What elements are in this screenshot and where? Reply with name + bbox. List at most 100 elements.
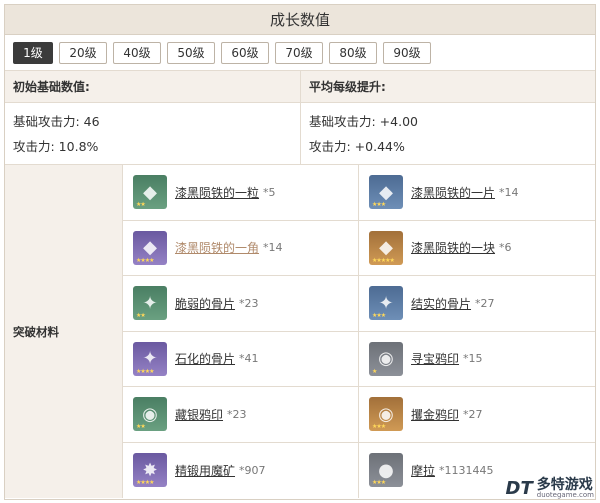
level-tab-80[interactable]: 80级 [329,41,377,64]
mystic-ore-icon[interactable]: ✸ ★★★★ [133,453,167,488]
rarity-stars: ★★★ [372,479,386,487]
material-name-link[interactable]: 寻宝鸦印 [411,350,459,367]
level-tab-70[interactable]: 70级 [275,41,323,64]
rarity-stars: ★★★ [372,201,386,209]
material-count: *41 [239,352,259,366]
level-tab-50[interactable]: 50级 [167,41,215,64]
rarity-stars: ★★★★ [136,479,154,487]
material-name-link[interactable]: 漆黑陨铁的一片 [411,184,495,201]
material-count: *1131445 [439,463,494,477]
materials-grid: ◆ ★★ 漆黑陨铁的一粒 *5 ◆ ★★★ 漆黑陨铁的一片 *14 ◆ ★★★★ 漆黑陨铁的一角 *1… [123,165,595,498]
materials-label: 突破材料 [5,165,123,498]
panel-title: 成长数值 [5,5,595,35]
stats-values-row: 基础攻击力: 46 攻击力: 10.8% 基础攻击力: +4.00 攻击力: +… [5,103,595,165]
icon-glyph: ◉ [378,403,394,425]
watermark-text: 多特游戏 duotegame.com [537,478,594,499]
level-tabs: 1级 20级 40级 50级 60级 70级 80级 90级 [5,35,595,71]
icon-glyph: ◆ [379,237,393,259]
level-tab-40[interactable]: 40级 [113,41,161,64]
icon-glyph: ✦ [142,292,158,314]
material-item: ✦ ★★★ 结实的骨片 *27 [359,276,595,332]
material-count: *23 [227,407,247,421]
base-atk-value: 基础攻击力: 46 [13,114,100,129]
watermark-en: duotegame.com [536,491,594,499]
base-stats-heading: 初始基础数值: [13,80,90,94]
material-count: *15 [463,352,483,366]
golden-raven-icon[interactable]: ◉ ★★★ [369,397,403,432]
material-item: ◆ ★★★ 漆黑陨铁的一片 *14 [359,165,595,221]
material-count: *5 [263,185,276,199]
fossil-bone-icon[interactable]: ✦ ★★★★ [133,341,167,376]
material-count: *6 [499,241,512,255]
icon-glyph: ✸ [142,459,158,481]
material-count: *14 [499,185,519,199]
ore-corner-icon[interactable]: ◆ ★★★★ [133,230,167,265]
base-stats-column: 基础攻击力: 46 攻击力: 10.8% [5,103,300,164]
material-item: ✦ ★★★★ 石化的骨片 *41 [123,331,359,387]
material-item: ◉ ★★★ 攫金鸦印 *27 [359,387,595,443]
material-count: *27 [475,296,495,310]
icon-glyph: ◆ [379,181,393,203]
material-name-link[interactable]: 攫金鸦印 [411,406,459,423]
ore-grain-icon[interactable]: ◆ ★★ [133,175,167,210]
material-name-link[interactable]: 漆黑陨铁的一块 [411,239,495,256]
site-watermark: DT 多特游戏 duotegame.com [506,478,594,499]
rarity-stars: ★★ [136,201,146,209]
fragile-bone-icon[interactable]: ✦ ★★ [133,286,167,321]
material-name-link[interactable]: 脆弱的骨片 [175,295,235,312]
material-item: ◆ ★★ 漆黑陨铁的一粒 *5 [123,165,359,221]
level-tab-90[interactable]: 90级 [383,41,431,64]
icon-glyph: ✦ [142,348,158,370]
material-count: *907 [239,463,266,477]
icon-glyph: ◉ [378,348,394,370]
stats-header-row: 初始基础数值: 平均每级提升: [5,71,595,103]
silver-raven-icon[interactable]: ◉ ★★ [133,397,167,432]
per-level-column: 基础攻击力: +4.00 攻击力: +0.44% [300,103,595,164]
material-item: ◆ ★★★★ 漆黑陨铁的一角 *14 [123,220,359,276]
material-name-link[interactable]: 结实的骨片 [411,295,471,312]
icon-glyph: ◆ [143,237,157,259]
atk-percent-value: 攻击力: 10.8% [13,139,99,154]
rarity-stars: ★★ [136,312,146,320]
treasure-crow-icon[interactable]: ◉ ★ [369,341,403,376]
base-atk-growth: 基础攻击力: +4.00 [309,114,418,129]
material-item: ✸ ★★★★ 精锻用魔矿 *907 [123,442,359,498]
rarity-stars: ★★★ [372,312,386,320]
level-tab-20[interactable]: 20级 [59,41,107,64]
material-item: ✦ ★★ 脆弱的骨片 *23 [123,276,359,332]
sturdy-bone-icon[interactable]: ✦ ★★★ [369,286,403,321]
icon-glyph: ● [378,459,394,481]
rarity-stars: ★★ [136,423,146,431]
watermark-cn: 多特游戏 [536,477,593,493]
per-level-heading: 平均每级提升: [300,71,595,102]
atk-percent-growth: 攻击力: +0.44% [309,139,405,154]
watermark-logo: DT [505,478,533,499]
material-item: ◆ ★★★★★ 漆黑陨铁的一块 *6 [359,221,595,276]
ore-piece-icon[interactable]: ◆ ★★★ [369,175,403,210]
material-name-link[interactable]: 漆黑陨铁的一粒 [175,184,259,201]
material-item: ◉ ★ 寻宝鸦印 *15 [359,332,595,387]
material-name-link[interactable]: 漆黑陨铁的一角 [175,239,259,256]
rarity-stars: ★★★★ [136,367,154,375]
material-name-link[interactable]: 精锻用魔矿 [175,462,235,479]
ascension-materials: 突破材料 ◆ ★★ 漆黑陨铁的一粒 *5 ◆ ★★★ 漆黑陨铁的一片 *14 ◆ ★★★★ 漆黑陨铁… [5,165,595,498]
material-count: *27 [463,407,483,421]
icon-glyph: ◆ [143,181,157,203]
ore-block-icon[interactable]: ◆ ★★★★★ [369,230,403,265]
rarity-stars: ★ [372,367,377,375]
material-name-link[interactable]: 摩拉 [411,462,435,479]
mora-icon[interactable]: ● ★★★ [369,453,403,488]
icon-glyph: ✦ [378,292,394,314]
growth-panel: 成长数值 1级 20级 40级 50级 60级 70级 80级 90级 初始基础… [4,4,596,500]
rarity-stars: ★★★★★ [372,256,395,264]
rarity-stars: ★★★★ [136,256,154,264]
rarity-stars: ★★★ [372,423,386,431]
material-name-link[interactable]: 石化的骨片 [175,350,235,367]
material-count: *14 [263,241,283,255]
level-tab-60[interactable]: 60级 [221,41,269,64]
level-tab-1[interactable]: 1级 [13,41,53,64]
icon-glyph: ◉ [142,403,158,425]
material-item: ◉ ★★ 藏银鸦印 *23 [123,387,359,443]
material-count: *23 [239,296,259,310]
material-name-link[interactable]: 藏银鸦印 [175,406,223,423]
